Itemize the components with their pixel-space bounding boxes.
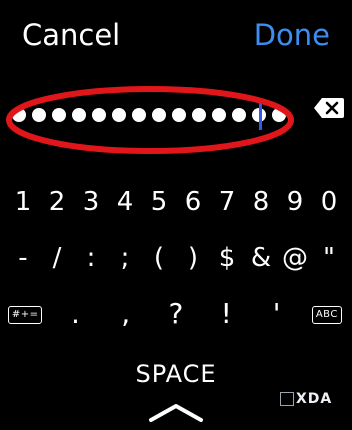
key-question[interactable]: ? bbox=[151, 298, 201, 330]
abc-mode-key[interactable]: ABC bbox=[302, 298, 352, 330]
watermark-box-icon bbox=[280, 392, 294, 406]
done-button[interactable]: Done bbox=[254, 18, 330, 52]
symbol-key-9[interactable]: " bbox=[312, 242, 346, 274]
number-key-3[interactable]: 4 bbox=[108, 186, 142, 218]
cancel-button[interactable]: Cancel bbox=[22, 18, 120, 52]
symbol-key-5[interactable]: ) bbox=[176, 242, 210, 274]
key-exclamation[interactable]: ! bbox=[201, 298, 251, 330]
key-apostrophe[interactable]: ' bbox=[251, 298, 301, 330]
number-key-6[interactable]: 7 bbox=[210, 186, 244, 218]
number-key-7[interactable]: 8 bbox=[244, 186, 278, 218]
abc-mode-label: ABC bbox=[311, 305, 342, 324]
number-row: 1234567890 bbox=[0, 186, 352, 218]
symbol-key-4[interactable]: ( bbox=[142, 242, 176, 274]
space-key[interactable]: SPACE bbox=[110, 357, 242, 391]
symbol-row: - /:;() $ & @ " bbox=[0, 242, 352, 274]
number-key-1[interactable]: 2 bbox=[40, 186, 74, 218]
watermark-text: XDA bbox=[296, 391, 333, 407]
xda-watermark: XDA bbox=[280, 390, 332, 408]
number-key-5[interactable]: 6 bbox=[176, 186, 210, 218]
red-annotation-ellipse bbox=[6, 86, 294, 154]
number-key-8[interactable]: 9 bbox=[278, 186, 312, 218]
symbol-key-8[interactable]: @ bbox=[278, 242, 312, 274]
number-key-2[interactable]: 3 bbox=[74, 186, 108, 218]
symbol-key-2[interactable]: : bbox=[74, 242, 108, 274]
number-key-0[interactable]: 1 bbox=[6, 186, 40, 218]
number-key-9[interactable]: 0 bbox=[312, 186, 346, 218]
symbol-key-7[interactable]: & bbox=[244, 242, 278, 274]
symbol-key-1[interactable]: / bbox=[40, 242, 74, 274]
backspace-icon[interactable] bbox=[313, 96, 345, 120]
symbol-key-0[interactable]: - bbox=[6, 242, 40, 274]
symbols-mode-label: #+= bbox=[7, 305, 43, 324]
number-key-4[interactable]: 5 bbox=[142, 186, 176, 218]
chevron-up-icon[interactable] bbox=[148, 400, 204, 424]
punctuation-row: #+= . , ? ! ' ABC bbox=[0, 298, 352, 330]
symbols-mode-key[interactable]: #+= bbox=[0, 298, 50, 330]
symbol-key-6[interactable]: $ bbox=[210, 242, 244, 274]
symbol-key-3[interactable]: ; bbox=[108, 242, 142, 274]
key-comma[interactable]: , bbox=[101, 298, 151, 330]
key-period[interactable]: . bbox=[50, 298, 100, 330]
